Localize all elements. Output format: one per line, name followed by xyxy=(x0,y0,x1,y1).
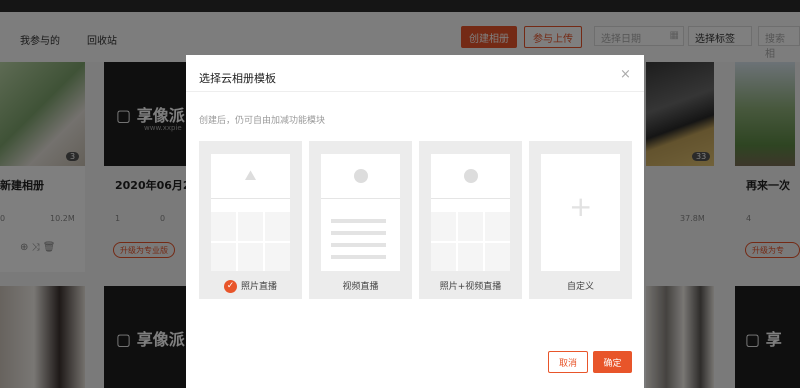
template-preview xyxy=(431,154,510,271)
template-preview xyxy=(321,154,400,271)
template-photo-live[interactable]: ⛰ ✓ 照片直播 xyxy=(199,141,302,299)
dialog-hint: 创建后，仍可自由加减功能模块 xyxy=(199,116,326,126)
template-label: 自定义 xyxy=(566,282,594,292)
play-icon xyxy=(431,154,510,199)
photo-grid xyxy=(431,212,510,271)
confirm-button[interactable]: 确定 xyxy=(593,351,632,373)
cancel-button[interactable]: 取消 xyxy=(548,351,588,373)
divider xyxy=(186,91,644,92)
template-photo-video-live[interactable]: 照片+视频直播 xyxy=(419,141,522,299)
template-preview: + xyxy=(541,154,620,271)
template-custom[interactable]: + 自定义 xyxy=(529,141,632,299)
template-label: ✓ 照片直播 xyxy=(199,279,302,293)
plus-icon: + xyxy=(569,190,593,223)
close-icon[interactable]: × xyxy=(620,67,631,82)
template-dialog: 选择云相册模板 × 创建后，仍可自由加减功能模块 ⛰ ✓ 照片直播 视频直播 照… xyxy=(186,55,644,388)
dialog-title: 选择云相册模板 xyxy=(199,72,276,85)
image-icon: ⛰ xyxy=(211,154,290,199)
play-icon xyxy=(321,154,400,199)
template-label: 照片+视频直播 xyxy=(439,282,502,292)
selected-check-icon: ✓ xyxy=(223,280,237,293)
template-label: 视频直播 xyxy=(342,282,379,292)
template-preview: ⛰ xyxy=(211,154,290,271)
template-video-live[interactable]: 视频直播 xyxy=(309,141,412,299)
photo-grid xyxy=(211,212,290,271)
